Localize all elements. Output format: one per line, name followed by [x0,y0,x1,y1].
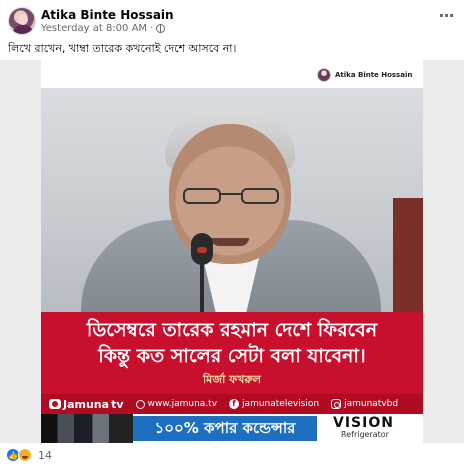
jamuna-logo-icon [49,399,61,409]
post-header: Atika Binte Hossain Yesterday at 8:00 AM… [0,0,464,36]
microphone-tip [197,247,207,253]
more-options-icon[interactable]: ··· [434,8,458,26]
author-name[interactable]: Atika Binte Hossain [41,8,174,22]
instagram-text: jamunatvbd [344,399,399,409]
background-panel [393,198,423,312]
watermark-name: Atika Binte Hossain [335,71,413,79]
post-caption: লিখে রাখেন, খাম্বা তারেক কখনোই দেশে আসবে… [8,42,237,55]
mouth [211,238,249,246]
facebook-post: Atika Binte Hossain Yesterday at 8:00 AM… [0,0,464,468]
speaker-name: মির্জা ফখরুল [202,373,261,386]
headline-line-1: ডিসেম্বরে তারেক রহমান দেশে ফিরবেন [86,319,378,341]
post-media[interactable]: Atika Binte Hossain ডিসেম্বরে তারেক রহমা… [0,60,464,443]
facebook-icon: f [229,399,240,409]
globe-icon [156,24,166,33]
footer-facebook: f jamunatelevision [229,399,319,409]
logo-suffix: tv [111,397,124,411]
sponsor-ad: ১০০% কপার কন্ডেন্সার VISION Refrigerator [41,414,423,443]
ad-subtitle: Refrigerator [341,430,389,439]
logo-text: Jamuna [63,397,110,411]
fridge-product-image [41,414,133,443]
instagram-icon [331,399,342,409]
glasses-right-lens [241,188,279,204]
post-meta: Yesterday at 8:00 AM · [41,23,166,34]
ad-banner-text: ১০০% কপার কন্ডেন্সার [133,416,317,441]
news-card-image[interactable]: Atika Binte Hossain ডিসেম্বরে তারেক রহমা… [41,60,423,443]
web-icon [135,399,145,409]
headline-banner: ডিসেম্বরে তারেক রহমান দেশে ফিরবেন কিন্তু… [41,312,423,394]
glasses-left-lens [183,188,221,204]
website-text: www.jamuna.tv [147,399,218,409]
image-watermark: Atika Binte Hossain [317,64,423,86]
jamuna-logo: Jamuna tv [49,398,124,411]
avatar-body [13,25,33,34]
channel-footer: Jamuna tv www.jamuna.tv f jamunatelevisi… [41,394,423,414]
speaker-photo [41,88,423,312]
ad-brand: VISION [333,415,394,431]
glasses [183,188,279,206]
headline-line-2: কিন্তু কত সালের সেটা বলা যাবেনা। [98,345,366,367]
reactions-summary[interactable]: 👍 14 [6,448,52,462]
footer-instagram: jamunatvbd [331,399,398,409]
glasses-bridge [221,193,241,195]
meta-separator: · [150,23,154,34]
reaction-count: 14 [38,448,52,462]
haha-icon [18,448,32,462]
microphone-icon [191,233,213,265]
author-avatar[interactable] [8,7,36,35]
avatar-face [18,14,28,25]
facebook-text: jamunatelevision [242,399,320,409]
microphone-stand [200,264,204,312]
post-timestamp[interactable]: Yesterday at 8:00 AM [41,23,147,34]
footer-website: www.jamuna.tv [135,399,218,409]
watermark-avatar [317,68,331,82]
